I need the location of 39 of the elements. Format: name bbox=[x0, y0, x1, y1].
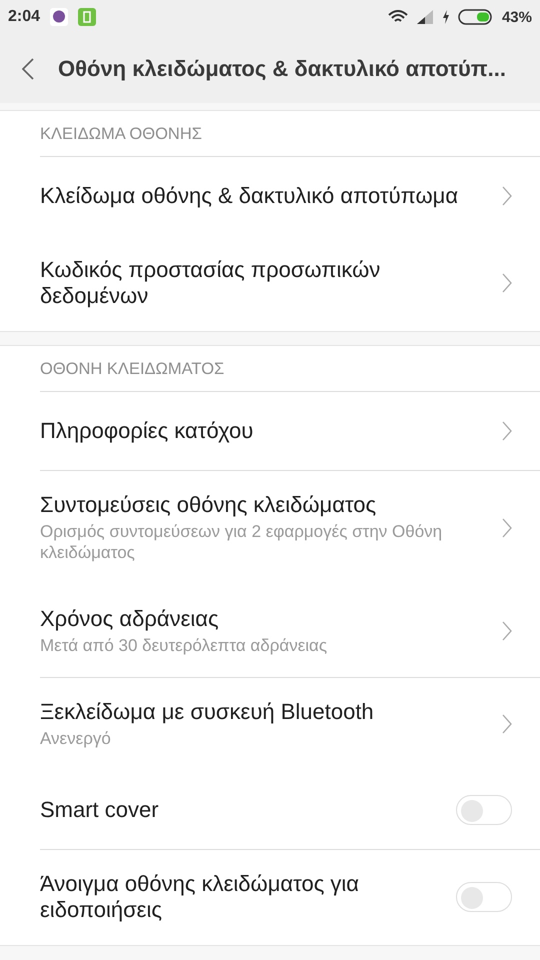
settings-item[interactable]: Ξεκλείδωμα με συσκευή Bluetooth Ανενεργό bbox=[40, 678, 540, 771]
settings-item[interactable]: Κλείδωμα οθόνης & δακτυλικό αποτύπωμα bbox=[40, 157, 540, 236]
item-subtitle: Ορισμός συντομεύσεων για 2 εφαρμογές στην Οθόνη κλειδώματος bbox=[40, 521, 444, 563]
chevron-icon bbox=[502, 621, 512, 641]
item-subtitle: Ανενεργό bbox=[40, 728, 112, 749]
settings-item[interactable]: Κωδικός προστασίας προσωπικών δεδομένων bbox=[40, 236, 540, 331]
chevron-icon bbox=[502, 421, 512, 441]
item-title: Άνοιγμα οθόνης κλειδώματος για ειδοποιήσεις bbox=[40, 871, 360, 923]
item-title: Χρόνος αδράνειας bbox=[40, 606, 220, 632]
section-header: ΟΘΟΝΗ ΚΛΕΙΔΩΜΑΤΟΣ bbox=[40, 359, 224, 380]
battery-app-icon bbox=[78, 8, 96, 26]
settings-item[interactable]: Συντομεύσεις οθόνης κλειδώματος Ορισμός συντομεύσεων για 2 εφαρμογές στην Οθόνη κλειδώματος bbox=[40, 471, 540, 585]
chevron-icon bbox=[502, 714, 512, 734]
signal-icon bbox=[416, 10, 434, 24]
item-title: Πληροφορίες κατόχου bbox=[40, 418, 254, 444]
settings-item[interactable]: Πληροφορίες κατόχου bbox=[40, 392, 540, 471]
settings-item[interactable]: Άνοιγμα οθόνης κλειδώματος για ειδοποιήσεις bbox=[40, 850, 540, 945]
item-subtitle: Μετά από 30 δευτερόλεπτα αδράνειας bbox=[40, 635, 328, 656]
toggle-switch[interactable] bbox=[456, 882, 512, 912]
section-header: ΚΛΕΙΔΩΜΑ ΟΘΟΝΗΣ bbox=[40, 124, 202, 145]
item-title: Κλείδωμα οθόνης & δακτυλικό αποτύπωμα bbox=[40, 183, 460, 209]
chat-app-icon bbox=[50, 8, 68, 26]
wifi-icon bbox=[388, 10, 408, 24]
chevron-icon bbox=[502, 518, 512, 538]
item-title: Κωδικός προστασίας προσωπικών δεδομένων bbox=[40, 257, 382, 309]
item-title: Συντομεύσεις οθόνης κλειδώματος bbox=[40, 492, 378, 518]
settings-item[interactable]: Smart cover bbox=[40, 771, 540, 850]
battery-icon bbox=[458, 9, 494, 25]
chevron-icon bbox=[502, 186, 512, 206]
battery-percent: 43% bbox=[502, 8, 532, 26]
chevron-icon bbox=[502, 273, 512, 293]
item-title: Ξεκλείδωμα με συσκευή Bluetooth bbox=[40, 699, 375, 725]
settings-item[interactable]: Χρόνος αδράνειας Μετά από 30 δευτερόλεπτα αδράνειας bbox=[40, 585, 540, 678]
item-title: Smart cover bbox=[40, 797, 160, 823]
toggle-switch[interactable] bbox=[456, 795, 512, 825]
status-time: 2:04 bbox=[8, 8, 40, 26]
charging-icon bbox=[442, 10, 450, 24]
back-button[interactable] bbox=[22, 58, 34, 80]
page-title: Οθόνη κλειδώματος & δακτυλικό αποτύπ... bbox=[58, 56, 506, 82]
